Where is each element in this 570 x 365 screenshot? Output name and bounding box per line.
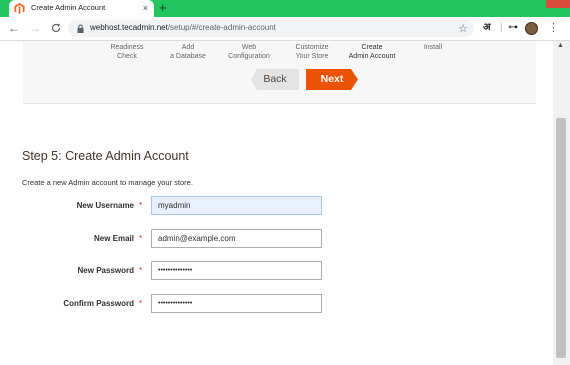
forward-arrow-icon[interactable]: → — [29, 21, 41, 35]
username-input[interactable]: myadmin — [151, 196, 322, 215]
tab-title: Create Admin Account — [31, 3, 106, 12]
extension-divider: | — [500, 22, 503, 33]
browser-menu-icon[interactable]: ⋮ — [548, 21, 559, 34]
scroll-up-arrow-icon[interactable]: ▲ — [557, 42, 564, 49]
translate-extension-icon[interactable]: अ — [483, 21, 491, 35]
profile-avatar[interactable] — [525, 22, 538, 35]
step-install: Install — [423, 44, 443, 51]
url-host: webhost.tecadmin.net — [90, 23, 168, 32]
email-label: New Email — [93, 234, 134, 243]
lock-icon — [77, 24, 84, 33]
magento-logo-icon — [14, 3, 25, 14]
close-tab-icon[interactable]: × — [143, 2, 148, 14]
required-marker: * — [139, 299, 143, 308]
step-add-database: Add a Database — [170, 44, 206, 60]
browser-toolbar: ← → webhost.tecadmin.net/setup/#/create-… — [0, 17, 570, 41]
bookmark-star-icon[interactable]: ☆ — [458, 22, 468, 35]
address-bar[interactable]: webhost.tecadmin.net/setup/#/create-admi… — [68, 20, 474, 37]
step-customize-store: Customize Your Store — [295, 44, 329, 60]
password-label: New Password — [77, 266, 134, 275]
email-input[interactable]: admin@example.com — [151, 229, 322, 248]
form-intro-text: Create a new Admin account to manage you… — [22, 178, 193, 187]
step-web-configuration: Web Configuration — [228, 44, 270, 60]
scrollbar-thumb[interactable] — [556, 118, 566, 358]
required-marker: * — [139, 234, 143, 243]
required-marker: * — [139, 266, 143, 275]
page-title: Step 5: Create Admin Account — [22, 149, 189, 163]
browser-tab[interactable]: Create Admin Account × — [9, 0, 154, 17]
password-input[interactable]: •••••••••••••• — [151, 261, 322, 280]
confirm-password-label: Confirm Password — [63, 299, 134, 308]
back-arrow-icon[interactable]: ← — [8, 21, 20, 35]
page-scrollbar[interactable]: ▲ — [553, 41, 570, 365]
step-create-admin-account: Create Admin Account — [348, 44, 396, 60]
back-button[interactable]: Back — [251, 69, 299, 90]
required-marker: * — [139, 201, 143, 210]
new-tab-icon[interactable]: + — [159, 1, 167, 15]
step-readiness-check: Readiness Check — [110, 44, 144, 60]
url-path: /setup/#/create-admin-account — [167, 23, 276, 32]
browser-titlebar: Create Admin Account × + — [0, 0, 570, 17]
next-button[interactable]: Next — [306, 69, 358, 90]
username-label: New Username — [76, 201, 134, 210]
page-content: Readiness Check Add a Database Web Confi… — [0, 41, 553, 365]
setup-wizard-nav: Readiness Check Add a Database Web Confi… — [23, 41, 536, 104]
window-close-button[interactable] — [546, 0, 570, 8]
reload-icon[interactable] — [51, 23, 61, 33]
key-extension-icon[interactable]: ⊶ — [508, 21, 518, 35]
confirm-password-input[interactable]: •••••••••••••• — [151, 294, 322, 313]
url-text: webhost.tecadmin.net/setup/#/create-admi… — [90, 23, 276, 32]
